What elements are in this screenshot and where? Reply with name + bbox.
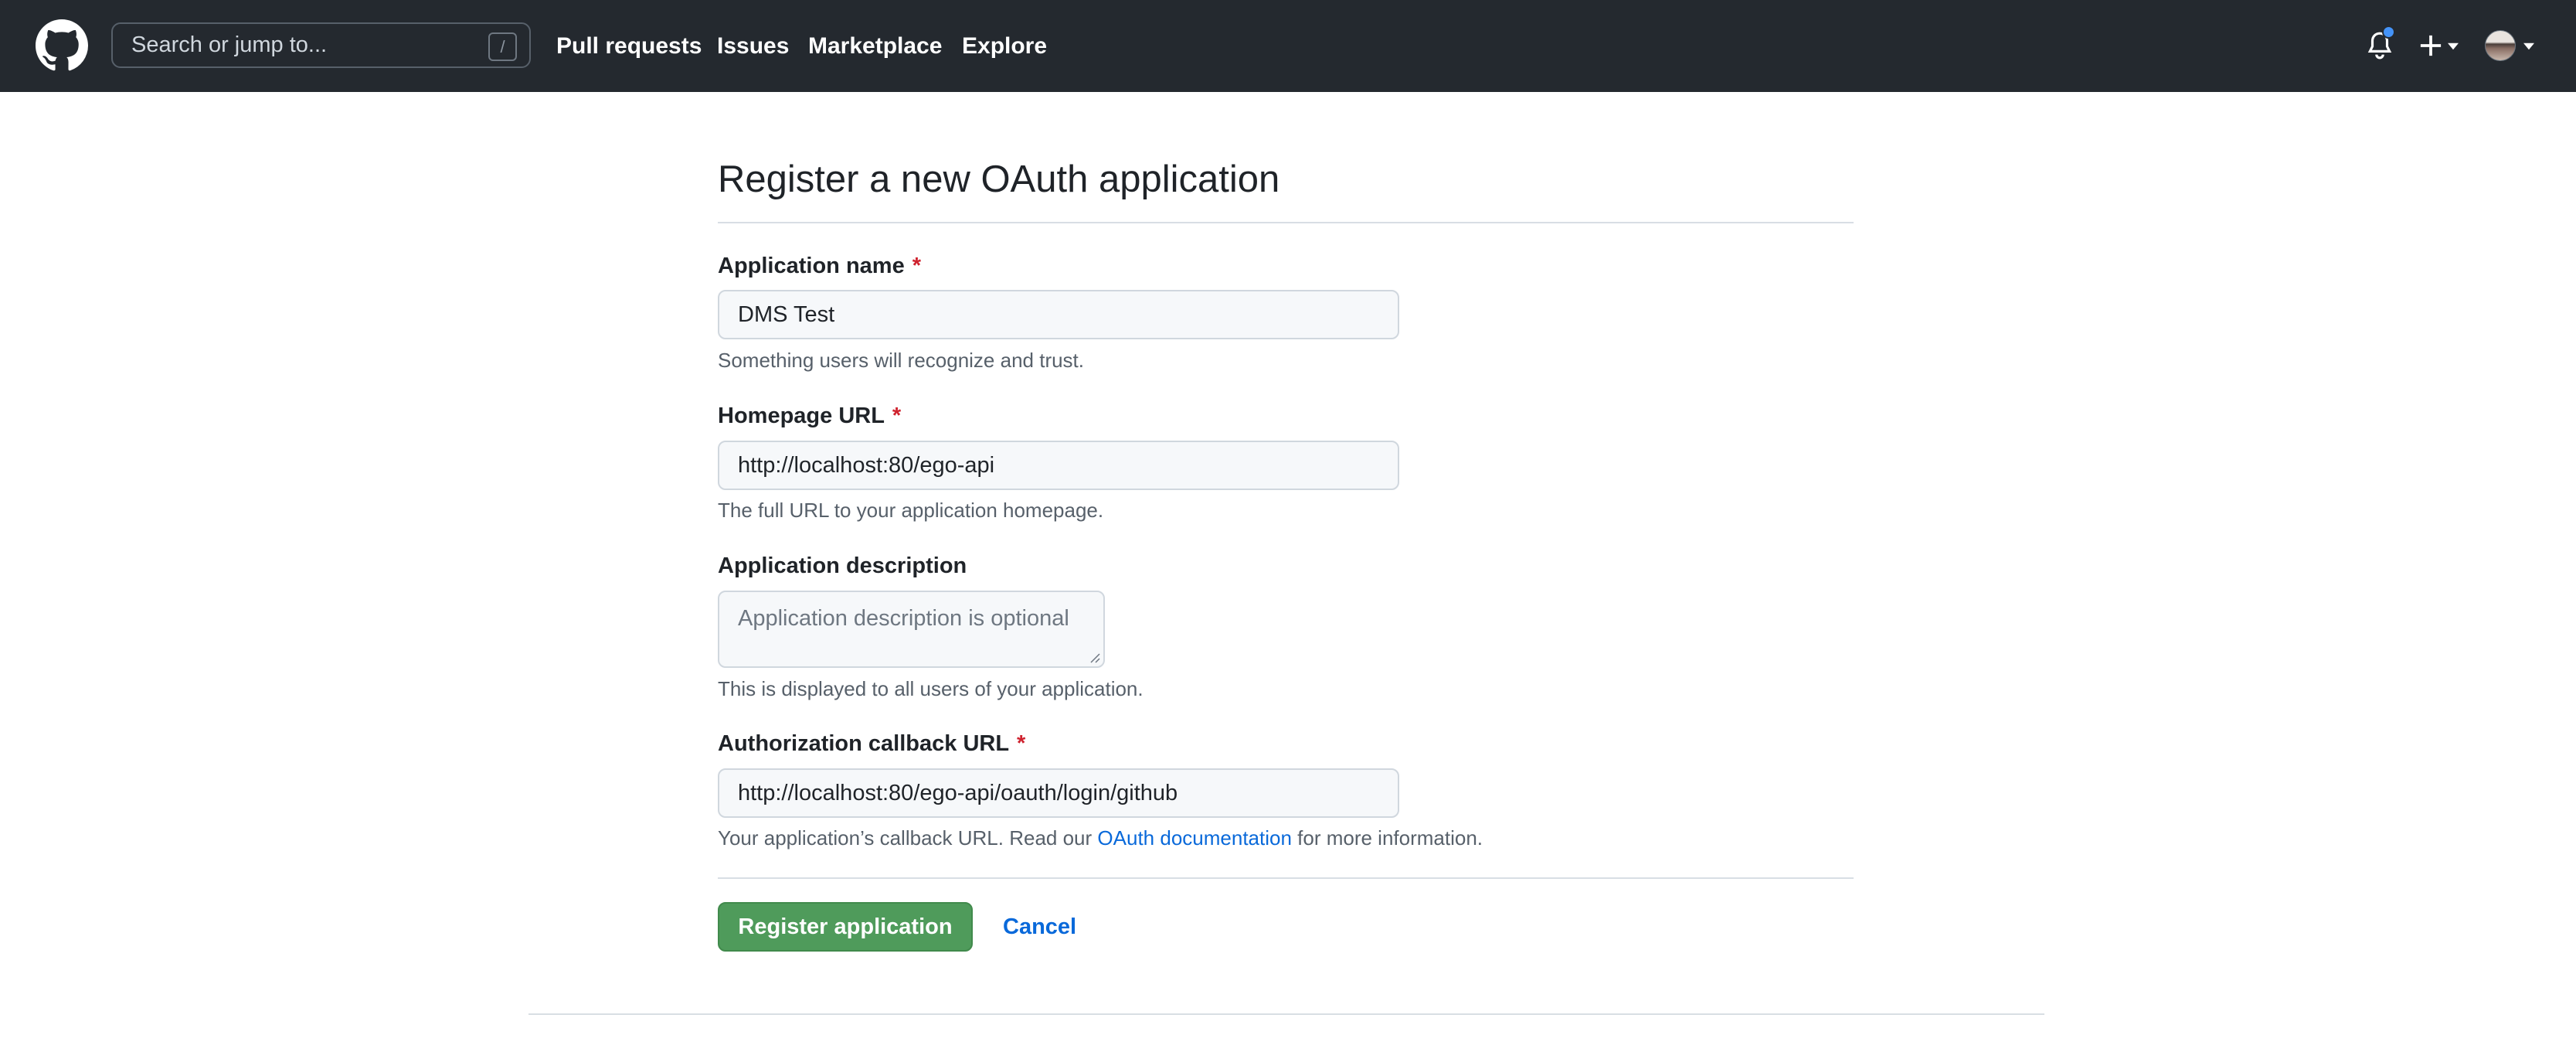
description-note: This is displayed to all users of your a…: [718, 677, 1144, 700]
description-placeholder: Application description is optional: [738, 606, 1069, 631]
nav-marketplace[interactable]: Marketplace: [808, 0, 942, 92]
homepage-url-input[interactable]: http://localhost:80/ego-api: [718, 441, 1399, 490]
homepage-url-label-text: Homepage URL: [718, 404, 885, 428]
search-placeholder: Search or jump to...: [131, 32, 328, 57]
homepage-url-note: The full URL to your application homepag…: [718, 499, 1104, 522]
nav-issues[interactable]: Issues: [717, 0, 789, 92]
app-name-note: Something users will recognize and trust…: [718, 349, 1085, 372]
github-logo-icon[interactable]: [36, 19, 88, 72]
footer-divider: [528, 1013, 2044, 1015]
required-marker: *: [892, 404, 902, 428]
app-name-input[interactable]: DMS Test: [718, 290, 1399, 339]
required-marker: *: [1017, 731, 1026, 756]
callback-url-note: Your application’s callback URL. Read ou…: [718, 826, 1483, 850]
nav-explore[interactable]: Explore: [962, 0, 1047, 92]
oauth-documentation-link[interactable]: OAuth documentation: [1097, 826, 1292, 850]
callback-url-label: Authorization callback URL *: [718, 731, 1025, 757]
cancel-link[interactable]: Cancel: [1003, 902, 1076, 952]
register-application-button[interactable]: Register application: [718, 902, 973, 952]
nav-pull-requests[interactable]: Pull requests: [556, 0, 702, 92]
callback-note-prefix: Your application’s callback URL. Read ou…: [718, 826, 1093, 850]
top-navigation-bar: Search or jump to... / Pull requests Iss…: [0, 0, 2576, 92]
callback-url-input[interactable]: http://localhost:80/ego-api/oauth/login/…: [718, 768, 1399, 818]
divider: [718, 222, 1854, 223]
search-input[interactable]: Search or jump to... /: [111, 22, 531, 68]
divider: [718, 877, 1854, 879]
resize-handle-icon[interactable]: [1088, 651, 1100, 663]
caret-down-icon[interactable]: [2448, 43, 2459, 50]
required-marker: *: [912, 254, 921, 278]
app-name-label: Application name *: [718, 254, 921, 279]
description-label: Application description: [718, 553, 967, 578]
description-textarea[interactable]: Application description is optional: [718, 591, 1105, 668]
plus-icon[interactable]: [2419, 34, 2442, 57]
app-name-label-text: Application name: [718, 254, 905, 278]
notification-indicator: [2382, 26, 2395, 39]
avatar[interactable]: [2485, 30, 2516, 61]
callback-url-label-text: Authorization callback URL: [718, 731, 1010, 756]
page-title: Register a new OAuth application: [718, 158, 1280, 200]
callback-note-suffix: for more information.: [1297, 826, 1483, 850]
homepage-url-label: Homepage URL *: [718, 404, 901, 429]
caret-down-icon[interactable]: [2523, 43, 2534, 50]
search-shortcut-key: /: [488, 32, 517, 61]
